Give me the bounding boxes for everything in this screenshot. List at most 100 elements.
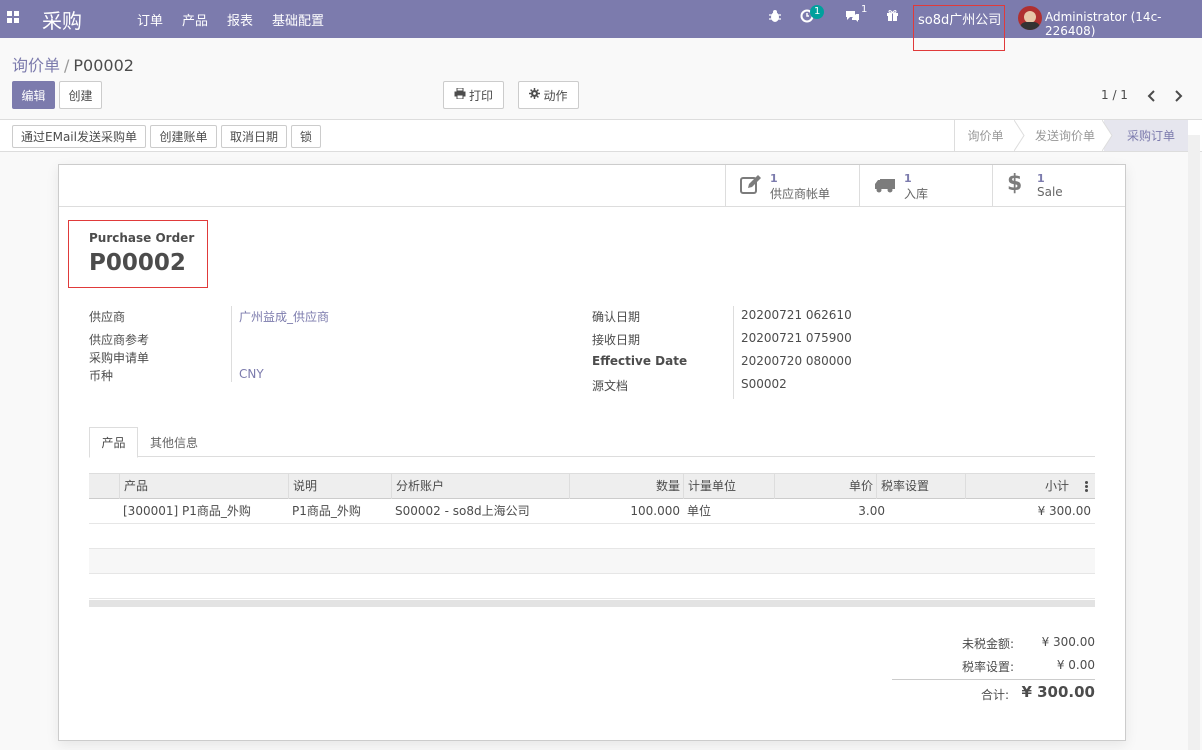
- effective-date-label: Effective Date: [592, 354, 688, 368]
- smart-button-sale[interactable]: $ 1 Sale: [992, 165, 1125, 206]
- column-uom[interactable]: 计量单位: [683, 474, 775, 499]
- smart-buttons-row: 1 供应商帐单 1 入库 $ 1 Sale: [59, 165, 1125, 207]
- pager-value[interactable]: 1 / 1: [1101, 88, 1128, 102]
- order-lines-header: 产品 说明 分析账户 数量 计量单位 单价 税率设置 小计: [89, 473, 1095, 499]
- table-row-empty: [89, 549, 1095, 574]
- sale-label: Sale: [1037, 185, 1063, 199]
- untaxed-amount-value: ¥ 300.00: [1041, 635, 1095, 649]
- cell-uom: 单位: [687, 504, 712, 518]
- top-navbar: 采购 订单 产品 报表 基础配置 1 1 so8d广州公司 Administra…: [0, 0, 1202, 51]
- pager-next-icon[interactable]: [1173, 84, 1183, 107]
- activity-count-badge: 1: [810, 5, 825, 19]
- breadcrumb-parent[interactable]: 询价单: [12, 56, 60, 75]
- receipts-label: 入库: [904, 187, 929, 201]
- main-menu: 订单 产品 报表 基础配置: [137, 10, 343, 29]
- tax-amount-value: ¥ 0.00: [1056, 658, 1095, 672]
- cell-taxes: [888, 499, 896, 523]
- menu-item-orders[interactable]: 订单: [137, 10, 163, 29]
- chat-icon[interactable]: [845, 9, 860, 27]
- action-label: 动作: [543, 88, 568, 103]
- cell-description: P1商品_外购: [292, 504, 361, 518]
- document-name: P00002: [89, 250, 186, 276]
- company-highlight-box: [913, 5, 1005, 51]
- confirm-date-label: 确认日期: [592, 310, 641, 324]
- column-product[interactable]: 产品: [119, 474, 288, 499]
- source-document-label: 源文档: [592, 379, 629, 393]
- action-button[interactable]: 动作: [518, 81, 579, 109]
- statusbar: 通过EMail发送采购单 创建账单 取消日期 锁 询价单 发送询价单 采购订单: [0, 119, 1202, 152]
- gift-icon[interactable]: [886, 9, 899, 26]
- effective-date-value: 20200720 080000: [741, 354, 852, 368]
- create-button[interactable]: 创建: [59, 81, 102, 109]
- stage-purchase-order[interactable]: 采购订单: [1104, 120, 1188, 151]
- gear-icon: [529, 88, 541, 102]
- vendor-label: 供应商: [89, 310, 126, 324]
- smart-button-receipts[interactable]: 1 入库: [859, 165, 993, 206]
- breadcrumb-separator: /: [64, 56, 70, 75]
- cell-subtotal: ¥ 300.00: [1037, 504, 1091, 518]
- column-subtotal[interactable]: 小计: [965, 474, 1095, 499]
- table-row-empty: [89, 524, 1095, 549]
- column-unit-price[interactable]: 单价: [774, 474, 877, 499]
- untaxed-amount-label: 未税金额:: [961, 637, 1014, 651]
- bug-icon[interactable]: [768, 9, 782, 27]
- edit-button[interactable]: 编辑: [12, 81, 55, 109]
- form-sheet: 1 供应商帐单 1 入库 $ 1 Sale Purchase Order P00…: [58, 164, 1126, 741]
- column-taxes[interactable]: 税率设置: [876, 474, 966, 499]
- table-row[interactable]: [300001] P1商品_外购 P1商品_外购 S00002 - so8d上海…: [89, 499, 1095, 524]
- cell-quantity: 100.000: [630, 504, 680, 518]
- column-quantity[interactable]: 数量: [569, 474, 684, 499]
- tab-products[interactable]: 产品: [89, 427, 138, 458]
- tab-other-info[interactable]: 其他信息: [141, 427, 207, 457]
- total-label: 合计:: [980, 688, 1009, 702]
- dollar-icon: $: [1007, 171, 1023, 196]
- sale-count: 1: [1037, 172, 1045, 185]
- user-menu[interactable]: Administrator (14c-226408): [1045, 10, 1202, 38]
- send-email-button[interactable]: 通过EMail发送采购单: [12, 125, 146, 148]
- pager-previous-icon[interactable]: [1147, 84, 1157, 107]
- stage-rfq[interactable]: 询价单: [954, 120, 1016, 151]
- edit-icon: [740, 175, 762, 200]
- field-divider: [231, 306, 232, 382]
- table-row-empty: [89, 574, 1095, 599]
- avatar[interactable]: [1018, 6, 1042, 30]
- table-footer: [89, 600, 1095, 607]
- requisition-label: 采购申请单: [89, 351, 150, 365]
- breadcrumb-current: P00002: [73, 56, 134, 75]
- cell-unit-price: 3.00: [858, 504, 885, 518]
- menu-item-reports[interactable]: 报表: [227, 10, 253, 29]
- stage-rfq-sent[interactable]: 发送询价单: [1026, 120, 1104, 151]
- confirm-date-value: 20200721 062610: [741, 308, 852, 322]
- tax-amount-label: 税率设置:: [961, 660, 1014, 674]
- vendor-bills-count: 1: [770, 172, 778, 185]
- cell-analytic-account: S00002 - so8d上海公司: [395, 504, 530, 518]
- create-bill-button[interactable]: 创建账单: [150, 125, 217, 148]
- cell-product: [300001] P1商品_外购: [123, 504, 251, 518]
- breadcrumb: 询价单 / P00002: [12, 52, 134, 76]
- scrollbar[interactable]: [1188, 135, 1200, 750]
- column-options-icon[interactable]: [1085, 481, 1088, 495]
- currency-label: 币种: [89, 369, 114, 383]
- source-document-value: S00002: [741, 377, 787, 391]
- total-value: ¥ 300.00: [1021, 683, 1095, 701]
- print-icon: [454, 87, 466, 102]
- column-analytic-account[interactable]: 分析账户: [391, 474, 569, 499]
- vendor-value[interactable]: 广州益成_供应商: [239, 308, 329, 325]
- document-type: Purchase Order: [89, 231, 195, 245]
- stage-separator: [1014, 120, 1025, 151]
- stage-separator: [1102, 120, 1113, 151]
- message-count-badge: 1: [861, 4, 868, 15]
- totals-divider: [892, 679, 1095, 680]
- field-divider: [733, 306, 734, 399]
- cancel-date-button[interactable]: 取消日期: [221, 125, 287, 148]
- vendor-bills-label: 供应商帐单: [770, 187, 831, 201]
- currency-value[interactable]: CNY: [239, 367, 264, 381]
- smart-button-vendor-bills[interactable]: 1 供应商帐单: [725, 165, 860, 206]
- apps-menu-icon[interactable]: [7, 11, 19, 23]
- receipt-date-label: 接收日期: [592, 333, 641, 347]
- print-button[interactable]: 打印: [443, 81, 504, 109]
- menu-item-products[interactable]: 产品: [182, 10, 208, 29]
- menu-item-configuration[interactable]: 基础配置: [272, 10, 324, 29]
- column-description[interactable]: 说明: [288, 474, 392, 499]
- lock-button[interactable]: 锁: [291, 125, 321, 148]
